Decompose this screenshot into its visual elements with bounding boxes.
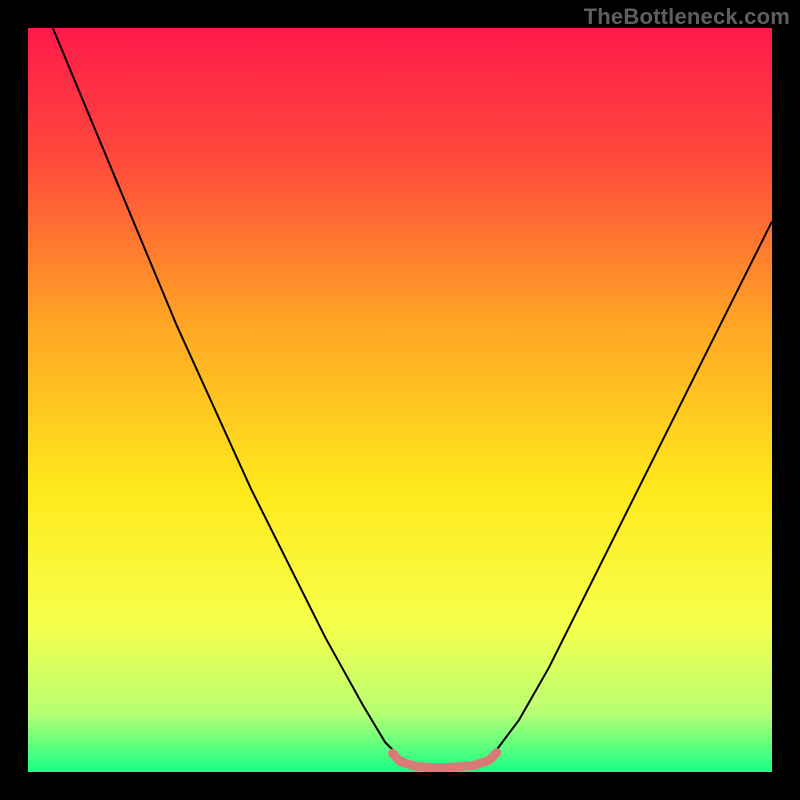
chart-background (28, 28, 772, 772)
chart-frame: TheBottleneck.com (0, 0, 800, 800)
watermark-text: TheBottleneck.com (584, 4, 790, 30)
bottleneck-chart (28, 28, 772, 772)
